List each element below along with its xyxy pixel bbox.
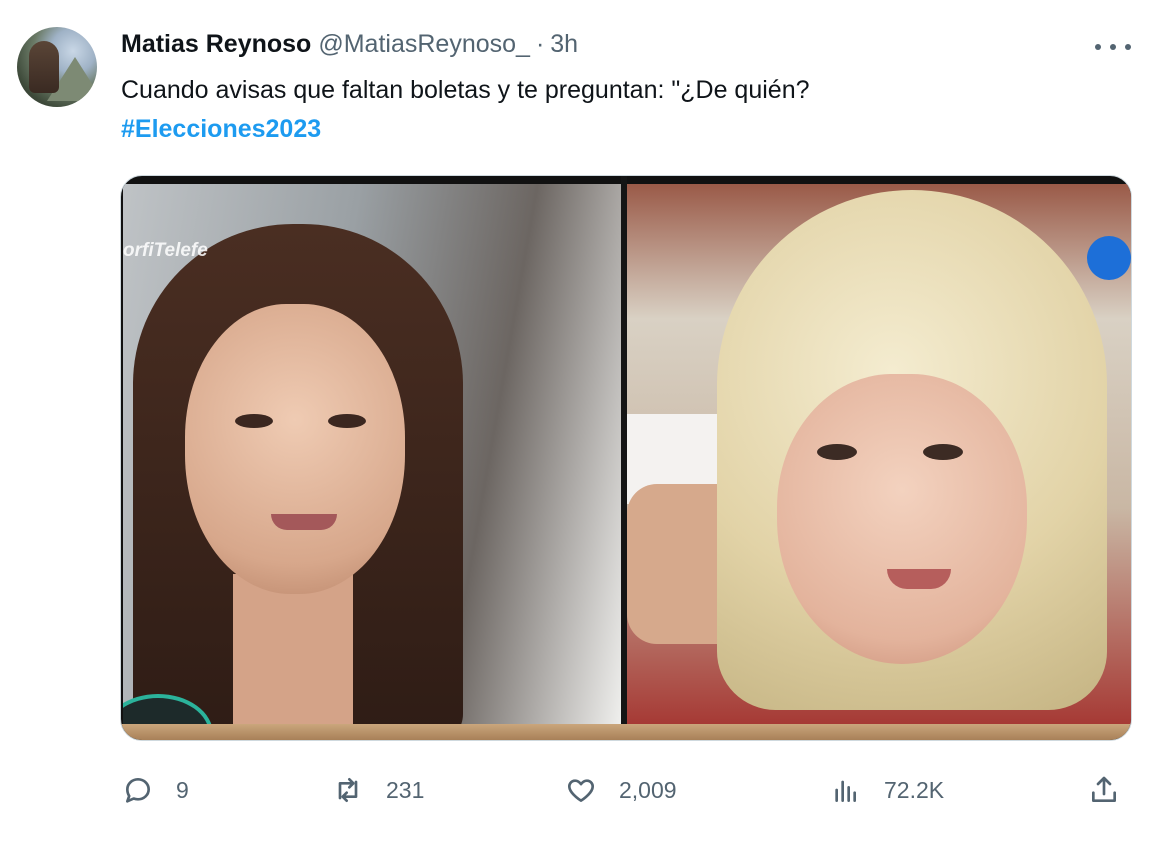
tweet-media[interactable]: orfiTelefe bbox=[120, 175, 1132, 741]
media-frame-right bbox=[627, 184, 1131, 724]
author-handle[interactable]: @MatiasReynoso_ bbox=[318, 30, 530, 59]
reply-icon bbox=[126, 778, 150, 803]
share-icon bbox=[1092, 776, 1116, 802]
tweet-text: Cuando avisas que faltan boletas y te pr… bbox=[121, 76, 810, 104]
left-woman-face bbox=[185, 304, 405, 594]
more-dot bbox=[1110, 44, 1116, 50]
reply-count: 9 bbox=[176, 776, 189, 803]
tv-logo-text: orfiTelefe bbox=[123, 240, 208, 261]
author-name[interactable]: Matias Reynoso bbox=[121, 30, 311, 59]
separator-dot: · bbox=[535, 30, 545, 58]
like-button[interactable]: 2,009 bbox=[565, 770, 677, 810]
tweet-header: Matias Reynoso @MatiasReynoso_ · 3h bbox=[121, 30, 578, 64]
retweet-icon bbox=[338, 778, 358, 802]
action-bar: 9 231 2,009 72.2K bbox=[0, 760, 1170, 820]
share-button[interactable] bbox=[1088, 770, 1120, 810]
views-button[interactable]: 72.2K bbox=[830, 770, 944, 810]
media-frame-left: orfiTelefe bbox=[123, 184, 621, 724]
left-woman-eye bbox=[328, 414, 366, 428]
right-woman-face bbox=[777, 374, 1027, 664]
avatar[interactable] bbox=[17, 27, 97, 107]
more-icon[interactable] bbox=[1095, 36, 1131, 58]
left-woman-eye bbox=[235, 414, 273, 428]
views-count: 72.2K bbox=[884, 776, 945, 803]
like-icon bbox=[568, 779, 594, 802]
right-woman-eye bbox=[923, 444, 963, 460]
more-dot bbox=[1125, 44, 1131, 50]
like-count: 2,009 bbox=[619, 776, 677, 803]
left-woman-mouth bbox=[271, 514, 337, 530]
avatar-person bbox=[29, 41, 59, 93]
right-woman-mouth bbox=[887, 569, 951, 589]
right-woman-eye bbox=[817, 444, 857, 460]
more-dot bbox=[1095, 44, 1101, 50]
tv-logo-icon bbox=[1087, 236, 1131, 280]
tweet[interactable]: Matias Reynoso @MatiasReynoso_ · 3h Cuan… bbox=[0, 0, 1170, 866]
media-bottom-bar bbox=[121, 724, 1131, 740]
left-woman-neck bbox=[233, 574, 353, 724]
retweet-button[interactable]: 231 bbox=[332, 770, 424, 810]
reply-button[interactable]: 9 bbox=[122, 770, 189, 810]
views-icon bbox=[835, 780, 856, 802]
tweet-time[interactable]: 3h bbox=[550, 30, 578, 59]
retweet-count: 231 bbox=[386, 776, 425, 803]
hashtag-link[interactable]: #Elecciones2023 bbox=[121, 112, 321, 146]
